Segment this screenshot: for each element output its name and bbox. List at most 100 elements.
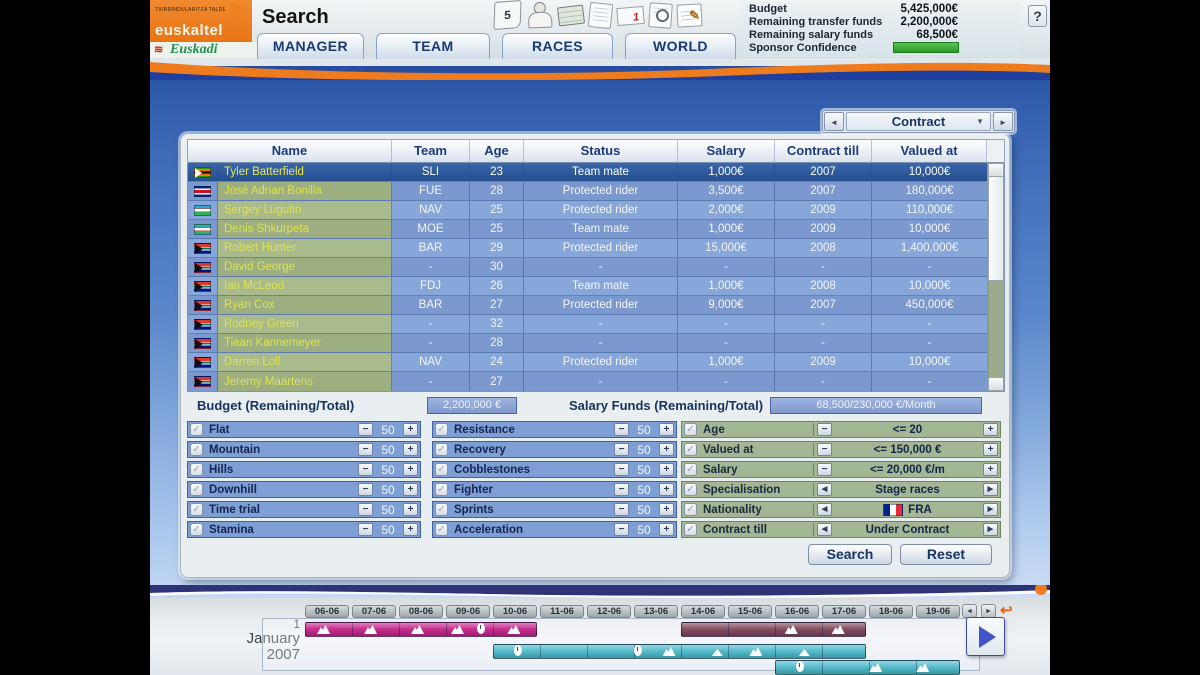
minus-button[interactable]: − <box>358 423 373 436</box>
filter-checkbox[interactable]: ✓ <box>435 503 448 516</box>
contract-dropdown[interactable]: Contract▼ <box>846 112 991 131</box>
next-arrow-button[interactable]: ► <box>983 523 998 536</box>
filter-checkbox[interactable]: ✓ <box>435 523 448 536</box>
plus-button[interactable]: + <box>659 523 674 536</box>
rider-icon[interactable] <box>526 1 554 30</box>
race-bar[interactable] <box>493 644 866 659</box>
reset-button[interactable]: Reset <box>900 544 992 565</box>
filter-checkbox[interactable]: ✓ <box>684 463 697 476</box>
return-icon[interactable]: ↩ <box>1000 604 1013 618</box>
money-icon[interactable] <box>557 4 585 26</box>
za-flag-icon <box>194 243 211 254</box>
plus-button[interactable]: + <box>983 443 998 456</box>
calendar-icon[interactable]: 5 <box>493 0 521 30</box>
tab-manager[interactable]: MANAGER <box>257 33 364 59</box>
table-row[interactable]: Tiaan Kannemeyer-28---- <box>188 334 987 353</box>
filter-checkbox[interactable]: ✓ <box>684 523 697 536</box>
filter-checkbox[interactable]: ✓ <box>190 503 203 516</box>
minus-button[interactable]: − <box>817 423 832 436</box>
scrollbar-thumb[interactable] <box>988 177 1004 281</box>
scroll-up-button[interactable] <box>988 163 1004 177</box>
filter-checkbox[interactable]: ✓ <box>684 503 697 516</box>
filter-checkbox[interactable]: ✓ <box>190 443 203 456</box>
column-header-contract-till[interactable]: Contract till <box>775 140 872 162</box>
plus-button[interactable]: + <box>659 483 674 496</box>
minus-button[interactable]: − <box>358 483 373 496</box>
filter-checkbox[interactable]: ✓ <box>435 463 448 476</box>
minus-button[interactable]: − <box>817 463 832 476</box>
search-button[interactable]: Search <box>808 544 892 565</box>
column-header-salary[interactable]: Salary <box>678 140 775 162</box>
plus-button[interactable]: + <box>983 423 998 436</box>
minus-button[interactable]: − <box>614 443 629 456</box>
minus-button[interactable]: − <box>614 463 629 476</box>
table-row[interactable]: David George-30---- <box>188 258 987 277</box>
minus-button[interactable]: − <box>358 503 373 516</box>
column-header-age[interactable]: Age <box>470 140 524 162</box>
table-row[interactable]: Robert HunterBAR29Protected rider15,000€… <box>188 239 987 258</box>
contract-next-button[interactable]: ► <box>993 112 1013 131</box>
plus-button[interactable]: + <box>659 463 674 476</box>
next-arrow-button[interactable]: ► <box>983 503 998 516</box>
continue-button[interactable] <box>966 617 1005 656</box>
plus-button[interactable]: + <box>403 523 418 536</box>
plus-button[interactable]: + <box>403 483 418 496</box>
minus-button[interactable]: − <box>358 523 373 536</box>
plus-button[interactable]: + <box>403 443 418 456</box>
plus-button[interactable]: + <box>659 443 674 456</box>
filter-checkbox[interactable]: ✓ <box>190 483 203 496</box>
tab-races[interactable]: RACES <box>502 33 613 59</box>
scroll-down-button[interactable] <box>988 377 1004 391</box>
table-row[interactable]: José Adrian BonillaFUE28Protected rider3… <box>188 182 987 201</box>
filter-checkbox[interactable]: ✓ <box>684 443 697 456</box>
filter-checkbox[interactable]: ✓ <box>190 463 203 476</box>
table-row[interactable]: Denis ShkurpetaMOE25Team mate1,000€20091… <box>188 220 987 239</box>
notes-icon[interactable]: ✎ <box>676 3 702 27</box>
filter-checkbox[interactable]: ✓ <box>435 483 448 496</box>
filter-checkbox[interactable]: ✓ <box>190 523 203 536</box>
plus-button[interactable]: + <box>403 503 418 516</box>
minus-button[interactable]: − <box>614 423 629 436</box>
column-header-name[interactable]: Name <box>188 140 392 162</box>
filter-checkbox[interactable]: ✓ <box>190 423 203 436</box>
search-doc-icon[interactable] <box>648 2 673 29</box>
race-bar[interactable] <box>775 660 960 675</box>
minus-button[interactable]: − <box>614 523 629 536</box>
help-button[interactable]: ? <box>1028 5 1047 27</box>
column-header-team[interactable]: Team <box>392 140 470 162</box>
minus-button[interactable]: − <box>358 443 373 456</box>
plus-button[interactable]: + <box>983 463 998 476</box>
minus-button[interactable]: − <box>614 503 629 516</box>
prev-arrow-button[interactable]: ◄ <box>817 523 832 536</box>
filter-checkbox[interactable]: ✓ <box>435 423 448 436</box>
prev-arrow-button[interactable]: ◄ <box>817 483 832 496</box>
table-row[interactable]: Darren LollNAV24Protected rider1,000€200… <box>188 353 987 372</box>
minus-button[interactable]: − <box>817 443 832 456</box>
minus-button[interactable]: − <box>358 463 373 476</box>
minus-button[interactable]: − <box>614 483 629 496</box>
tab-team[interactable]: TEAM <box>376 33 490 59</box>
mail-icon[interactable]: 1 <box>616 6 644 26</box>
tab-world[interactable]: WORLD <box>625 33 736 59</box>
column-header-status[interactable]: Status <box>524 140 678 162</box>
table-row[interactable]: Sergey LugutinNAV25Protected rider2,000€… <box>188 201 987 220</box>
table-row[interactable]: Ian McLeodFDJ26Team mate1,000€200810,000… <box>188 277 987 296</box>
plus-button[interactable]: + <box>403 423 418 436</box>
next-arrow-button[interactable]: ► <box>983 483 998 496</box>
prev-arrow-button[interactable]: ◄ <box>817 503 832 516</box>
plus-button[interactable]: + <box>659 423 674 436</box>
filter-checkbox[interactable]: ✓ <box>684 423 697 436</box>
letter-icon[interactable] <box>588 2 613 29</box>
filter-checkbox[interactable]: ✓ <box>684 483 697 496</box>
table-row[interactable]: Rodney Green-32---- <box>188 315 987 334</box>
race-bar[interactable] <box>305 622 537 637</box>
table-row[interactable]: Ryan CoxBAR27Protected rider9,000€200745… <box>188 296 987 315</box>
contract-prev-button[interactable]: ◄ <box>824 112 844 131</box>
race-bar[interactable] <box>681 622 866 637</box>
column-header-valued-at[interactable]: Valued at <box>872 140 987 162</box>
plus-button[interactable]: + <box>659 503 674 516</box>
table-row[interactable]: Tyler BatterfieldSLI23Team mate1,000€200… <box>188 163 987 182</box>
plus-button[interactable]: + <box>403 463 418 476</box>
filter-checkbox[interactable]: ✓ <box>435 443 448 456</box>
table-row[interactable]: Jeremy Maartens-27---- <box>188 372 987 391</box>
